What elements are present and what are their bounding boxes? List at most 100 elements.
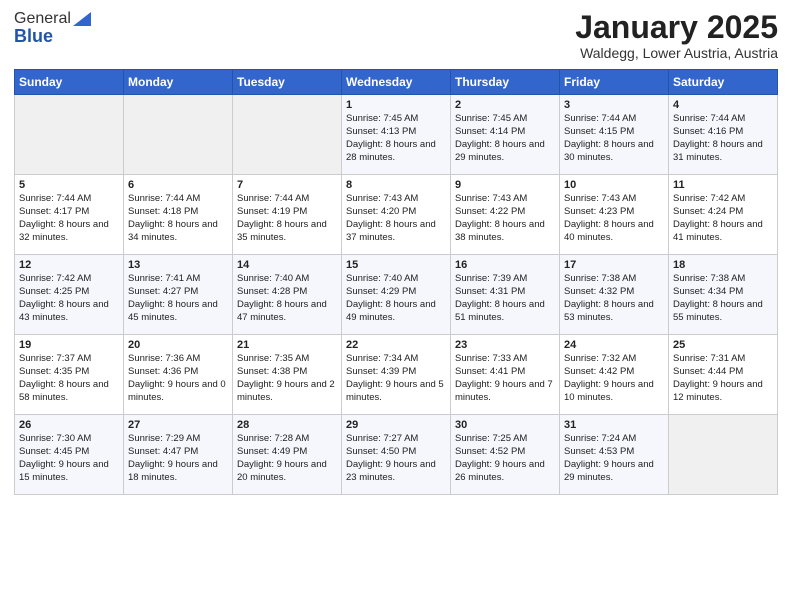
calendar-cell-4-7: 25Sunrise: 7:31 AMSunset: 4:44 PMDayligh… (669, 335, 778, 415)
calendar-cell-5-7 (669, 415, 778, 495)
logo-icon (73, 12, 91, 26)
day-number: 18 (673, 259, 773, 271)
calendar-cell-1-6: 3 Sunrise: 7:44 AMSunset: 4:15 PMDaylight… (560, 95, 669, 175)
day-number: 23 (455, 339, 555, 351)
day-info: Sunrise: 7:44 AMSunset: 4:19 PMDaylight:… (237, 193, 337, 244)
calendar-week-2: 5 Sunrise: 7:44 AMSunset: 4:17 PMDaylight… (15, 175, 778, 255)
day-info: Sunrise: 7:42 AMSunset: 4:25 PMDaylight:… (19, 273, 119, 324)
day-number: 5 (19, 179, 119, 191)
day-info: Sunrise: 7:38 AMSunset: 4:34 PMDaylight:… (673, 273, 773, 324)
calendar-cell-2-3: 7 Sunrise: 7:44 AMSunset: 4:19 PMDaylight… (233, 175, 342, 255)
day-number: 21 (237, 339, 337, 351)
header-row: Sunday Monday Tuesday Wednesday Thursday… (15, 70, 778, 95)
day-number: 29 (346, 419, 446, 431)
header-monday: Monday (124, 70, 233, 95)
day-number: 7 (237, 179, 337, 191)
calendar-cell-2-7: 11 Sunrise: 7:42 AMSunset: 4:24 PMDayligh… (669, 175, 778, 255)
calendar-cell-1-3 (233, 95, 342, 175)
calendar-cell-2-6: 10Sunrise: 7:43 AMSunset: 4:23 PMDayligh… (560, 175, 669, 255)
calendar-cell-3-2: 13 Sunrise: 7:41 AMSunset: 4:27 PMDayligh… (124, 255, 233, 335)
day-info: Sunrise: 7:43 AMSunset: 4:22 PMDaylight:… (455, 193, 555, 244)
day-number: 26 (19, 419, 119, 431)
day-number: 16 (455, 259, 555, 271)
calendar-cell-3-4: 15Sunrise: 7:40 AMSunset: 4:29 PMDayligh… (342, 255, 451, 335)
calendar-cell-5-4: 29 Sunrise: 7:27 AMSunset: 4:50 PMDayligh… (342, 415, 451, 495)
calendar-week-5: 26 Sunrise: 7:30 AMSunset: 4:45 PMDayligh… (15, 415, 778, 495)
calendar-cell-1-1 (15, 95, 124, 175)
day-info: Sunrise: 7:29 AMSunset: 4:47 PMDaylight:… (128, 433, 228, 484)
day-number: 12 (19, 259, 119, 271)
day-info: Sunrise: 7:35 AMSunset: 4:38 PMDaylight:… (237, 353, 337, 404)
day-info: Sunrise: 7:37 AMSunset: 4:35 PMDaylight:… (19, 353, 119, 404)
calendar-cell-3-7: 18 Sunrise: 7:38 AMSunset: 4:34 PMDayligh… (669, 255, 778, 335)
day-info: Sunrise: 7:44 AMSunset: 4:15 PMDaylight:… (564, 113, 664, 164)
day-number: 20 (128, 339, 228, 351)
day-info: Sunrise: 7:43 AMSunset: 4:23 PMDaylight:… (564, 193, 664, 244)
day-info: Sunrise: 7:39 AMSunset: 4:31 PMDaylight:… (455, 273, 555, 324)
day-info: Sunrise: 7:45 AMSunset: 4:14 PMDaylight:… (455, 113, 555, 164)
calendar-cell-3-1: 12 Sunrise: 7:42 AMSunset: 4:25 PMDayligh… (15, 255, 124, 335)
calendar-cell-1-7: 4Sunrise: 7:44 AMSunset: 4:16 PMDaylight… (669, 95, 778, 175)
day-number: 19 (19, 339, 119, 351)
calendar-cell-3-3: 14Sunrise: 7:40 AMSunset: 4:28 PMDayligh… (233, 255, 342, 335)
day-info: Sunrise: 7:25 AMSunset: 4:52 PMDaylight:… (455, 433, 555, 484)
calendar-cell-5-6: 31Sunrise: 7:24 AMSunset: 4:53 PMDayligh… (560, 415, 669, 495)
calendar-cell-5-5: 30 Sunrise: 7:25 AMSunset: 4:52 PMDayligh… (451, 415, 560, 495)
day-number: 9 (455, 179, 555, 191)
calendar-cell-3-5: 16 Sunrise: 7:39 AMSunset: 4:31 PMDayligh… (451, 255, 560, 335)
calendar-cell-1-5: 2Sunrise: 7:45 AMSunset: 4:14 PMDaylight… (451, 95, 560, 175)
calendar-cell-4-2: 20Sunrise: 7:36 AMSunset: 4:36 PMDayligh… (124, 335, 233, 415)
day-number: 1 (346, 99, 446, 111)
header-thursday: Thursday (451, 70, 560, 95)
day-number: 13 (128, 259, 228, 271)
calendar-cell-3-6: 17Sunrise: 7:38 AMSunset: 4:32 PMDayligh… (560, 255, 669, 335)
day-number: 3 (564, 99, 664, 111)
header: General Blue January 2025 Waldegg, Lower… (14, 10, 778, 61)
day-info: Sunrise: 7:28 AMSunset: 4:49 PMDaylight:… (237, 433, 337, 484)
day-info: Sunrise: 7:43 AMSunset: 4:20 PMDaylight:… (346, 193, 446, 244)
day-info: Sunrise: 7:27 AMSunset: 4:50 PMDaylight:… (346, 433, 446, 484)
title-block: January 2025 Waldegg, Lower Austria, Aus… (575, 10, 778, 61)
day-number: 30 (455, 419, 555, 431)
logo: General Blue (14, 10, 91, 47)
calendar-cell-5-3: 28Sunrise: 7:28 AMSunset: 4:49 PMDayligh… (233, 415, 342, 495)
day-info: Sunrise: 7:42 AMSunset: 4:24 PMDaylight:… (673, 193, 773, 244)
calendar-header: Sunday Monday Tuesday Wednesday Thursday… (15, 70, 778, 95)
day-info: Sunrise: 7:30 AMSunset: 4:45 PMDaylight:… (19, 433, 119, 484)
header-sunday: Sunday (15, 70, 124, 95)
calendar-table: Sunday Monday Tuesday Wednesday Thursday… (14, 69, 778, 495)
header-friday: Friday (560, 70, 669, 95)
header-saturday: Saturday (669, 70, 778, 95)
day-info: Sunrise: 7:44 AMSunset: 4:17 PMDaylight:… (19, 193, 119, 244)
calendar-week-3: 12 Sunrise: 7:42 AMSunset: 4:25 PMDayligh… (15, 255, 778, 335)
day-info: Sunrise: 7:41 AMSunset: 4:27 PMDaylight:… (128, 273, 228, 324)
calendar-cell-2-5: 9 Sunrise: 7:43 AMSunset: 4:22 PMDaylight… (451, 175, 560, 255)
day-number: 4 (673, 99, 773, 111)
calendar-cell-4-1: 19 Sunrise: 7:37 AMSunset: 4:35 PMDayligh… (15, 335, 124, 415)
day-info: Sunrise: 7:44 AMSunset: 4:18 PMDaylight:… (128, 193, 228, 244)
day-info: Sunrise: 7:33 AMSunset: 4:41 PMDaylight:… (455, 353, 555, 404)
day-number: 11 (673, 179, 773, 191)
day-number: 24 (564, 339, 664, 351)
calendar-cell-5-2: 27Sunrise: 7:29 AMSunset: 4:47 PMDayligh… (124, 415, 233, 495)
main-container: General Blue January 2025 Waldegg, Lower… (0, 0, 792, 503)
logo-blue-text: Blue (14, 26, 53, 47)
calendar-cell-5-1: 26 Sunrise: 7:30 AMSunset: 4:45 PMDayligh… (15, 415, 124, 495)
calendar-week-1: 1 Sunrise: 7:45 AMSunset: 4:13 PMDaylight… (15, 95, 778, 175)
header-wednesday: Wednesday (342, 70, 451, 95)
calendar-cell-4-4: 22Sunrise: 7:34 AMSunset: 4:39 PMDayligh… (342, 335, 451, 415)
day-number: 31 (564, 419, 664, 431)
location: Waldegg, Lower Austria, Austria (575, 45, 778, 61)
day-info: Sunrise: 7:45 AMSunset: 4:13 PMDaylight:… (346, 113, 446, 164)
day-info: Sunrise: 7:38 AMSunset: 4:32 PMDaylight:… (564, 273, 664, 324)
calendar-cell-4-6: 24 Sunrise: 7:32 AMSunset: 4:42 PMDayligh… (560, 335, 669, 415)
day-info: Sunrise: 7:34 AMSunset: 4:39 PMDaylight:… (346, 353, 446, 404)
day-info: Sunrise: 7:32 AMSunset: 4:42 PMDaylight:… (564, 353, 664, 404)
month-title: January 2025 (575, 10, 778, 45)
calendar-cell-4-3: 21 Sunrise: 7:35 AMSunset: 4:38 PMDayligh… (233, 335, 342, 415)
calendar-cell-2-1: 5 Sunrise: 7:44 AMSunset: 4:17 PMDaylight… (15, 175, 124, 255)
day-info: Sunrise: 7:40 AMSunset: 4:28 PMDaylight:… (237, 273, 337, 324)
calendar-cell-1-4: 1 Sunrise: 7:45 AMSunset: 4:13 PMDaylight… (342, 95, 451, 175)
calendar-cell-2-2: 6Sunrise: 7:44 AMSunset: 4:18 PMDaylight… (124, 175, 233, 255)
calendar-week-4: 19 Sunrise: 7:37 AMSunset: 4:35 PMDayligh… (15, 335, 778, 415)
